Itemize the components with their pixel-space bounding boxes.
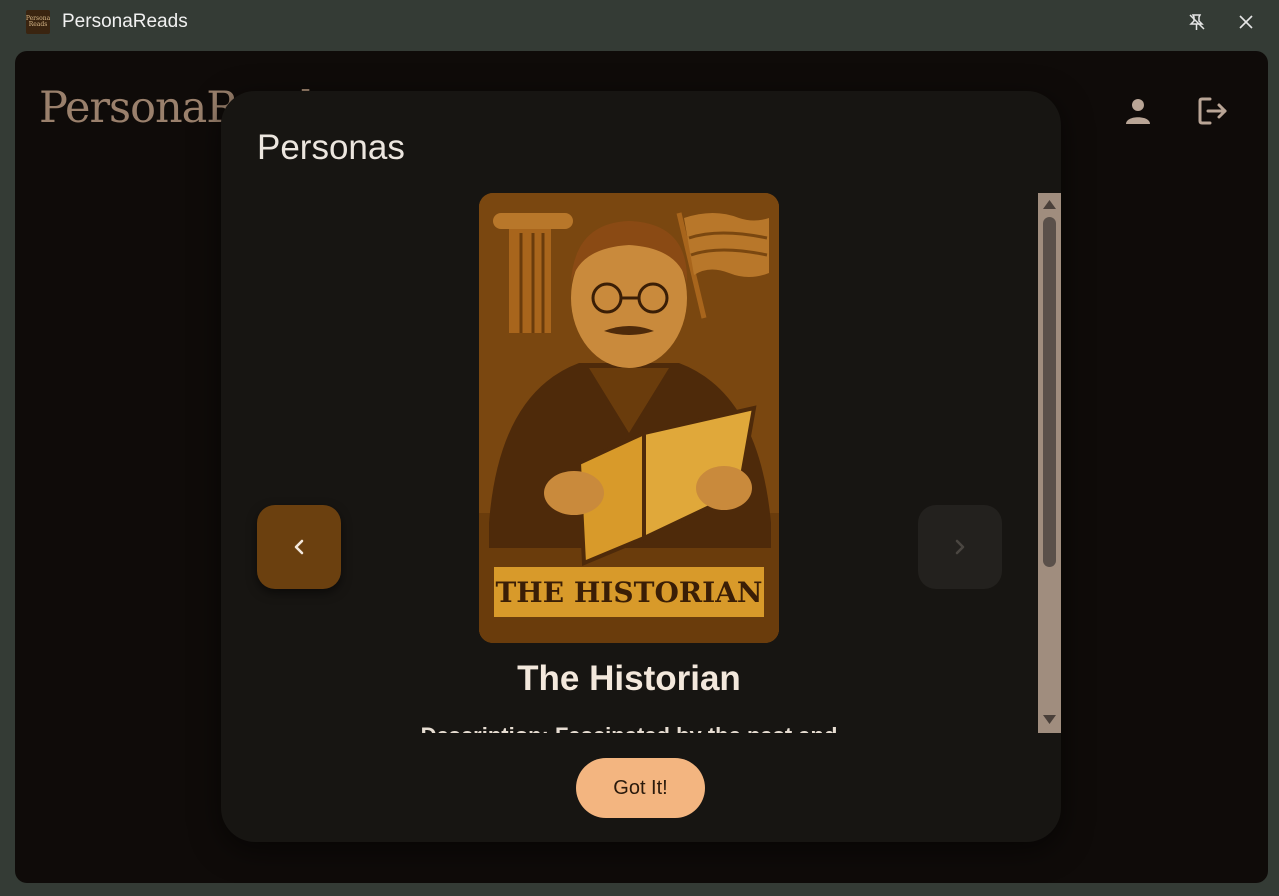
close-icon [1239,15,1253,29]
persona-name: The Historian [517,659,741,698]
scrollbar-thumb[interactable] [1043,217,1056,567]
scroll-up-arrow-icon[interactable] [1042,198,1057,210]
app-icon-text-2: Reads [28,21,48,28]
personas-dialog: Personas THE HISTORIAN The Historian Got… [221,91,1061,842]
unpin-button[interactable] [1182,8,1212,36]
chevron-right-icon [955,539,965,555]
logout-button[interactable] [1193,91,1233,131]
persona-scroll-area[interactable]: THE HISTORIAN The Historian Description:… [221,193,1061,733]
vertical-scrollbar[interactable] [1038,193,1061,733]
app-window: PersonaReads Personas THE HISTORIAN The … [15,51,1268,883]
scroll-down-arrow-icon[interactable] [1042,714,1057,726]
profile-button[interactable] [1118,91,1158,131]
dialog-title: Personas [257,128,405,167]
historian-illustration: THE HISTORIAN [479,193,779,643]
window-title: PersonaReads [62,11,188,32]
unpin-icon [1189,14,1205,30]
persona-card-image: THE HISTORIAN [479,193,779,643]
persona-description: Description: Fascinated by the past and [221,723,1037,733]
previous-persona-button[interactable] [257,505,341,589]
got-it-button[interactable]: Got It! [576,758,705,818]
close-window-button[interactable] [1231,8,1261,36]
person-icon [1126,99,1150,124]
app-icon: Persona Reads [26,10,50,34]
chevron-left-icon [294,539,304,555]
window-titlebar: Persona Reads PersonaReads [0,0,1279,45]
card-banner-text: THE HISTORIAN [495,576,762,609]
logout-icon [1198,97,1227,125]
next-persona-button[interactable] [918,505,1002,589]
